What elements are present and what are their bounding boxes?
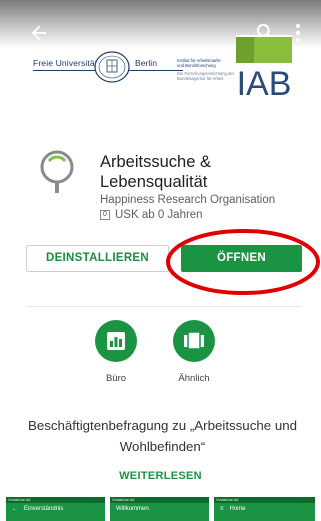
category-circle <box>173 320 215 362</box>
screenshot-title: Einverständnis <box>24 506 64 512</box>
category-circle <box>95 320 137 362</box>
menu-icon: ≡ <box>220 506 224 512</box>
app-title-line-1: Arbeitssuche & <box>100 153 211 171</box>
developer-name[interactable]: Happiness Research Organisation <box>100 194 275 206</box>
fu-berlin-logo: Freie Universität Berlin <box>33 50 183 86</box>
open-button[interactable]: ÖFFNEN <box>181 245 302 272</box>
iab-line-2: und Berufsforschung <box>177 63 216 68</box>
app-title-line-2: Lebensqualität <box>100 173 208 191</box>
category-label: Büro <box>105 373 127 384</box>
more-options-icon[interactable] <box>294 22 302 44</box>
content-rating-label: USK ab 0 Jahren <box>115 209 203 221</box>
read-more-link[interactable]: WEITERLESEN <box>0 470 321 482</box>
content-rating: 0 USK ab 0 Jahren <box>100 209 203 221</box>
fu-seal-icon <box>94 51 130 83</box>
iab-description: Institut für Arbeitsmarkt- und Berufsfor… <box>177 58 237 81</box>
section-divider <box>26 306 302 307</box>
screenshot-toolbar: Willkommen <box>110 503 209 515</box>
app-description: Beschäftigtenbefragung zu „Arbeitssuche … <box>27 418 298 454</box>
screenshot-thumbnail[interactable]: Vodafone.de ≡ Home <box>214 497 315 521</box>
cards-icon <box>184 331 204 350</box>
category-chip-similar[interactable]: Ähnlich <box>164 320 224 384</box>
screenshot-toolbar: ← Einverständnis <box>6 503 105 515</box>
back-arrow-icon[interactable] <box>28 22 50 44</box>
uninstall-button[interactable]: DEINSTALLIEREN <box>26 245 169 272</box>
usk-badge-icon: 0 <box>100 210 110 220</box>
fu-logo-text-right: Berlin <box>135 58 157 68</box>
app-banner: Freie Universität Berlin Institut für Ar… <box>0 0 321 107</box>
fu-logo-text-left: Freie Universität <box>33 58 98 68</box>
screenshot-toolbar: ≡ Home <box>214 503 315 515</box>
screenshot-title: Home <box>229 506 246 512</box>
screenshot-title: Willkommen <box>116 506 149 512</box>
screenshot-thumbnail[interactable]: Vodafone.de Willkommen <box>110 497 209 521</box>
back-arrow-icon: ← <box>12 506 18 512</box>
bar-chart-icon <box>107 332 125 350</box>
iab-logo-text: IAB <box>237 65 292 101</box>
iab-logo: IAB <box>236 35 292 101</box>
screenshot-thumbnail[interactable]: Vodafone.de ← Einverständnis <box>6 497 105 521</box>
app-title: Arbeitssuche & Lebensqualität <box>100 152 310 192</box>
category-chip-buero[interactable]: Büro <box>86 320 146 384</box>
iab-sub-2: Bundesagentur für Arbeit <box>177 76 224 81</box>
app-icon <box>40 150 74 193</box>
category-label: Ähnlich <box>178 373 210 384</box>
